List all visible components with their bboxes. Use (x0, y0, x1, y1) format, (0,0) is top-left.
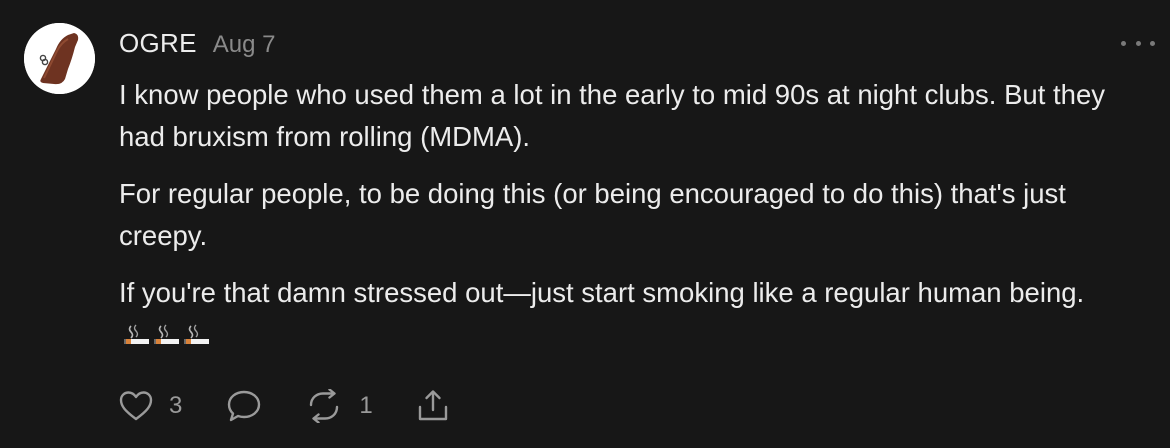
restack-button[interactable]: 1 (306, 389, 373, 423)
ellipsis-icon (1121, 40, 1126, 46)
heart-icon (119, 391, 153, 421)
cigarette-emoji (154, 324, 179, 344)
ellipsis-dot (1135, 40, 1141, 46)
cigarette-emoji (124, 324, 149, 344)
ocarina-icon (24, 23, 95, 94)
avatar[interactable] (24, 23, 95, 94)
cigarette-emoji-group (123, 324, 211, 346)
comment-body: I know people who used them a lot in the… (119, 74, 1154, 371)
ellipsis-dot (1150, 40, 1155, 46)
comment-header: OGRE Aug 7 (119, 28, 275, 62)
like-count: 3 (169, 392, 183, 419)
username[interactable]: OGRE (119, 28, 197, 59)
share-button[interactable] (416, 389, 450, 423)
comment-paragraph-last: If you're that damn stressed out—just st… (119, 272, 1154, 356)
more-options-button[interactable] (1121, 33, 1155, 53)
comment-paragraph: For regular people, to be doing this (or… (119, 178, 1066, 251)
share-icon (418, 390, 447, 421)
comment: OGRE Aug 7 I know people who used them a… (0, 0, 1170, 448)
speech-bubble-icon (228, 390, 261, 422)
restack-count: 1 (359, 392, 373, 419)
comment-paragraph: I know people who used them a lot in the… (119, 79, 1105, 152)
restack-icon (310, 389, 339, 423)
like-button[interactable]: 3 (119, 390, 182, 422)
comment-date[interactable]: Aug 7 (213, 31, 276, 59)
comment-actions: 3 1 (119, 386, 450, 426)
comment-paragraph-text: If you're that damn stressed out—just st… (119, 277, 1085, 308)
reply-button[interactable] (226, 389, 262, 423)
cigarette-emoji (184, 324, 209, 344)
